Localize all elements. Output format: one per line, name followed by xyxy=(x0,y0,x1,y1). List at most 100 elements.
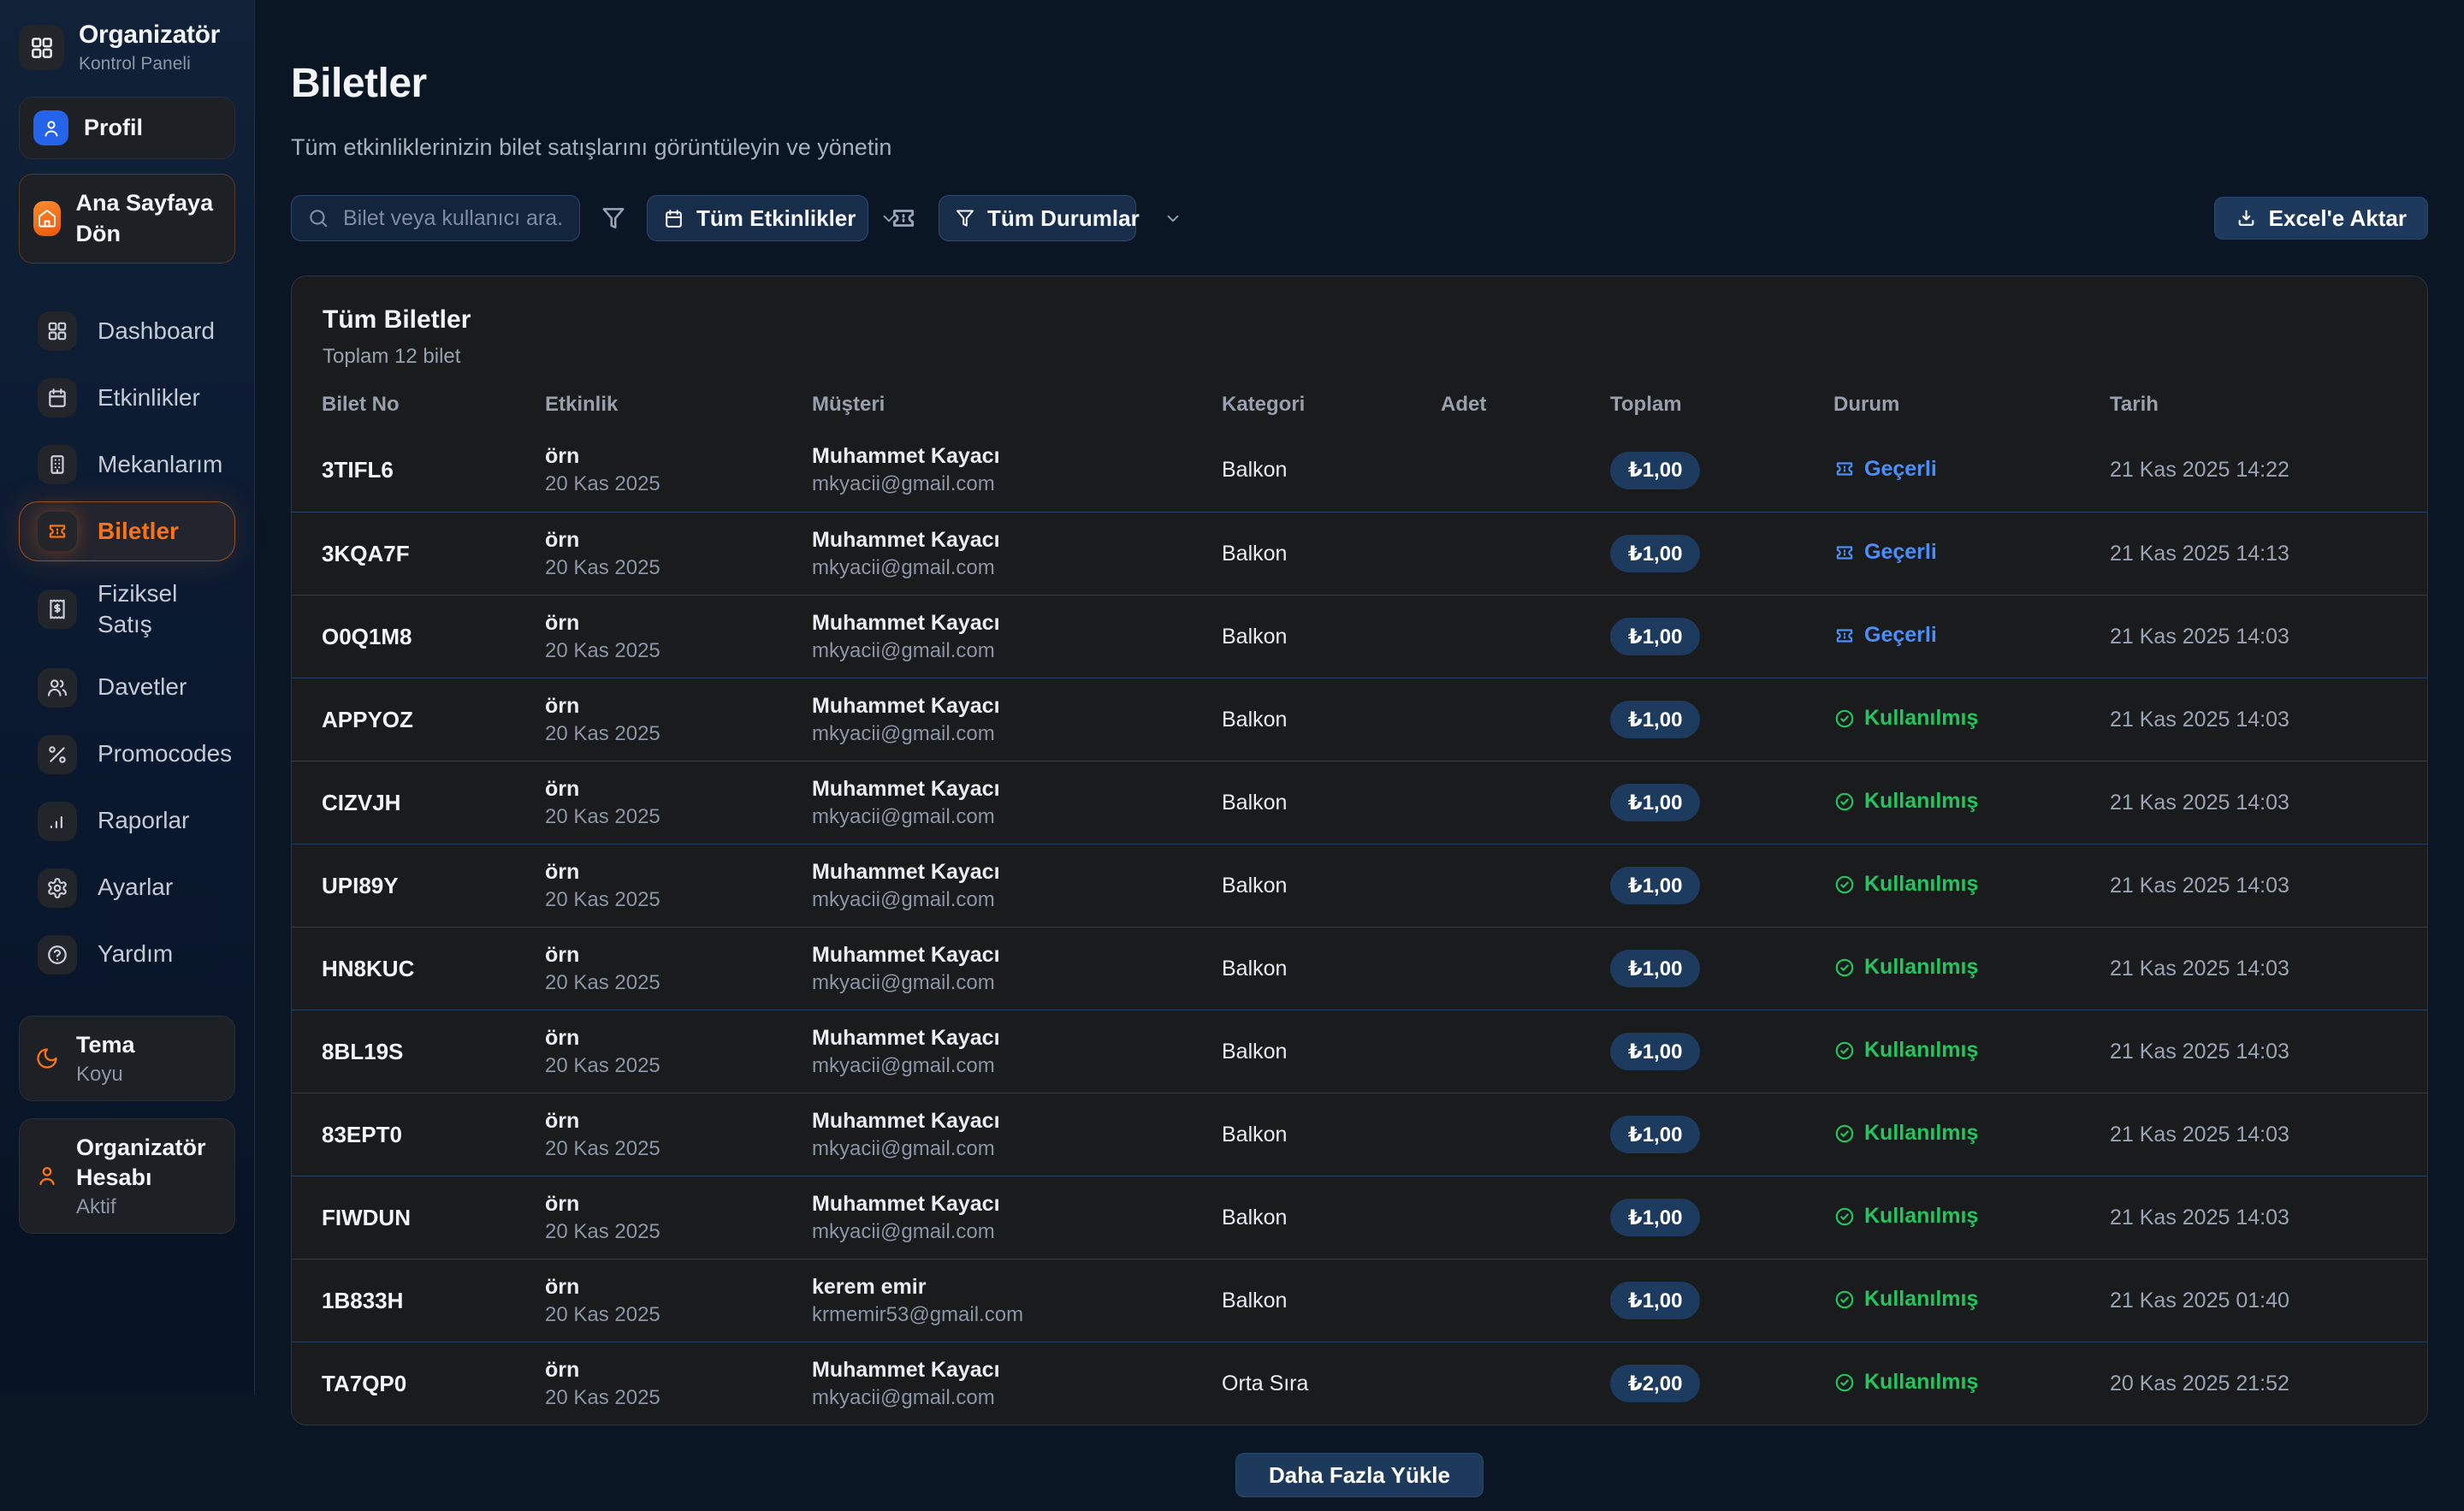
purchase-date: 21 Kas 2025 01:40 xyxy=(2110,1289,2397,1313)
search-box xyxy=(291,195,580,241)
status-badge: Kullanılmış xyxy=(1833,1038,1978,1063)
ticket-icon xyxy=(1833,458,1856,480)
table-row[interactable]: CIZVJH örn 20 Kas 2025 Muhammet Kayacı m… xyxy=(292,761,2427,844)
check-circle-icon xyxy=(1833,708,1856,730)
total-badge: ₺1,00 xyxy=(1610,535,1700,572)
profile-card[interactable]: Profil xyxy=(19,97,235,159)
status-badge: Kullanılmış xyxy=(1833,1121,1978,1146)
customer-email: mkyacii@gmail.com xyxy=(812,722,1222,746)
total-badge: ₺1,00 xyxy=(1610,1116,1700,1153)
sidebar-item-events[interactable]: Etkinlikler xyxy=(19,368,235,428)
sidebar-item-physical-sales[interactable]: Fiziksel Satış xyxy=(19,568,235,651)
status-label: Kullanılmış xyxy=(1864,955,1978,980)
profile-label: Profil xyxy=(84,112,143,143)
event-filter-dropdown[interactable]: Tüm Etkinlikler xyxy=(647,195,868,241)
theme-toggle[interactable]: Tema Koyu xyxy=(19,1016,235,1101)
ticket-no: TA7QP0 xyxy=(322,1371,545,1397)
customer-name: Muhammet Kayacı xyxy=(812,611,1222,636)
sidebar-item-dashboard[interactable]: Dashboard xyxy=(19,301,235,361)
customer-name: Muhammet Kayacı xyxy=(812,1026,1222,1051)
bar-chart-icon xyxy=(38,802,77,841)
app-logo-icon xyxy=(19,25,64,70)
status-cell: Kullanılmış xyxy=(1833,872,2110,900)
total-badge: ₺1,00 xyxy=(1610,452,1700,489)
check-circle-icon xyxy=(1833,957,1856,979)
sidebar-item-tickets[interactable]: Biletler xyxy=(19,501,235,561)
sidebar-item-invitations[interactable]: Davetler xyxy=(19,658,235,718)
customer-name: Muhammet Kayacı xyxy=(812,1358,1222,1383)
sidebar-item-help[interactable]: Yardım xyxy=(19,925,235,985)
total-cell: ₺1,00 xyxy=(1610,535,1833,572)
gear-icon xyxy=(38,868,77,908)
customer-email: mkyacii@gmail.com xyxy=(812,1220,1222,1244)
category: Balkon xyxy=(1222,1289,1441,1313)
account-card[interactable]: Organizatör Hesabı Aktif xyxy=(19,1118,235,1234)
sidebar-item-venues[interactable]: Mekanlarım xyxy=(19,435,235,495)
ticket-no: 3KQA7F xyxy=(322,541,545,567)
percent-icon xyxy=(38,735,77,774)
status-cell: Kullanılmış xyxy=(1833,1287,2110,1315)
total-badge: ₺1,00 xyxy=(1610,1282,1700,1319)
check-circle-icon xyxy=(1833,1206,1856,1228)
check-circle-icon xyxy=(1833,1123,1856,1145)
col-category: Kategori xyxy=(1222,393,1441,417)
ticket-no: APPYOZ xyxy=(322,707,545,733)
calendar-icon xyxy=(38,378,77,418)
table-row[interactable]: HN8KUC örn 20 Kas 2025 Muhammet Kayacı m… xyxy=(292,927,2427,1010)
table-row[interactable]: 8BL19S örn 20 Kas 2025 Muhammet Kayacı m… xyxy=(292,1010,2427,1093)
table-row[interactable]: APPYOZ örn 20 Kas 2025 Muhammet Kayacı m… xyxy=(292,678,2427,761)
event-cell: örn 20 Kas 2025 xyxy=(545,860,812,912)
event-cell: örn 20 Kas 2025 xyxy=(545,777,812,829)
total-badge: ₺1,00 xyxy=(1610,867,1700,904)
table-row[interactable]: 1B833H örn 20 Kas 2025 kerem emir krmemi… xyxy=(292,1259,2427,1342)
customer-name: Muhammet Kayacı xyxy=(812,528,1222,553)
brand-subtitle: Kontrol Paneli xyxy=(79,54,220,74)
search-input[interactable] xyxy=(341,205,564,232)
table-row[interactable]: 3TIFL6 örn 20 Kas 2025 Muhammet Kayacı m… xyxy=(292,429,2427,512)
event-date: 20 Kas 2025 xyxy=(545,805,812,829)
load-more-button[interactable]: Daha Fazla Yükle xyxy=(1235,1453,1484,1497)
export-excel-button[interactable]: Excel'e Aktar xyxy=(2214,197,2428,240)
table-row[interactable]: 3KQA7F örn 20 Kas 2025 Muhammet Kayacı m… xyxy=(292,512,2427,595)
sidebar-item-promocodes[interactable]: Promocodes xyxy=(19,725,235,785)
status-filter-dropdown[interactable]: Tüm Durumlar xyxy=(939,195,1136,241)
status-label: Kullanılmış xyxy=(1864,1370,1978,1395)
total-cell: ₺1,00 xyxy=(1610,1033,1833,1070)
table-row[interactable]: FIWDUN örn 20 Kas 2025 Muhammet Kayacı m… xyxy=(292,1176,2427,1259)
calendar-icon xyxy=(663,208,684,229)
sidebar-item-settings[interactable]: Ayarlar xyxy=(19,858,235,918)
ticket-no: 83EPT0 xyxy=(322,1122,545,1148)
users-icon xyxy=(38,668,77,708)
purchase-date: 21 Kas 2025 14:03 xyxy=(2110,1206,2397,1230)
total-badge: ₺1,00 xyxy=(1610,1199,1700,1236)
table-row[interactable]: O0Q1M8 örn 20 Kas 2025 Muhammet Kayacı m… xyxy=(292,595,2427,678)
customer-cell: Muhammet Kayacı mkyacii@gmail.com xyxy=(812,694,1222,746)
status-label: Kullanılmış xyxy=(1864,1287,1978,1312)
back-home-card[interactable]: Ana Sayfaya Dön xyxy=(19,174,235,264)
customer-cell: Muhammet Kayacı mkyacii@gmail.com xyxy=(812,777,1222,829)
event-name: örn xyxy=(545,777,812,802)
event-name: örn xyxy=(545,1109,812,1134)
status-label: Kullanılmış xyxy=(1864,872,1978,897)
customer-cell: Muhammet Kayacı mkyacii@gmail.com xyxy=(812,1026,1222,1078)
purchase-date: 21 Kas 2025 14:03 xyxy=(2110,791,2397,815)
customer-name: Muhammet Kayacı xyxy=(812,860,1222,885)
sidebar-item-reports[interactable]: Raporlar xyxy=(19,791,235,851)
total-badge: ₺1,00 xyxy=(1610,784,1700,821)
event-date: 20 Kas 2025 xyxy=(545,1386,812,1410)
total-cell: ₺1,00 xyxy=(1610,1282,1833,1319)
category: Balkon xyxy=(1222,1206,1441,1230)
table-row[interactable]: 83EPT0 örn 20 Kas 2025 Muhammet Kayacı m… xyxy=(292,1093,2427,1176)
ticket-no: 1B833H xyxy=(322,1288,545,1314)
category: Balkon xyxy=(1222,625,1441,649)
total-badge: ₺2,00 xyxy=(1610,1365,1700,1402)
table-row[interactable]: TA7QP0 örn 20 Kas 2025 Muhammet Kayacı m… xyxy=(292,1342,2427,1425)
panel-count: Toplam 12 bilet xyxy=(323,345,2396,369)
table-row[interactable]: UPI89Y örn 20 Kas 2025 Muhammet Kayacı m… xyxy=(292,844,2427,927)
purchase-date: 21 Kas 2025 14:03 xyxy=(2110,1040,2397,1064)
customer-email: mkyacii@gmail.com xyxy=(812,888,1222,912)
status-label: Kullanılmış xyxy=(1864,706,1978,731)
customer-email: mkyacii@gmail.com xyxy=(812,1054,1222,1078)
receipt-icon xyxy=(38,590,77,629)
check-circle-icon xyxy=(1833,1040,1856,1062)
